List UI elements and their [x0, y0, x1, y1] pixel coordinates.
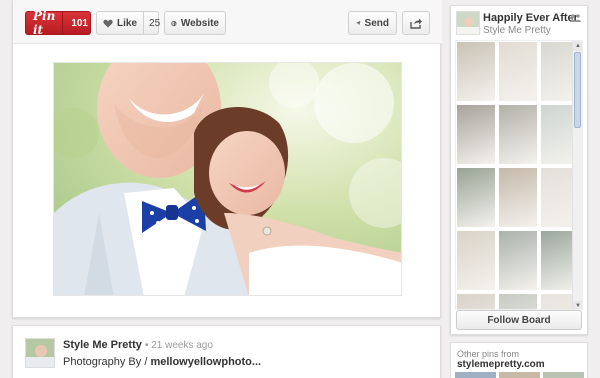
pin-it-button[interactable]: Pin it 101	[25, 9, 91, 37]
other-pins-thumbs	[455, 372, 584, 378]
other-pins-source[interactable]: stylemepretty.com	[457, 359, 545, 370]
pin-description-link[interactable]: mellowyellowphoto...	[150, 356, 261, 368]
pinner-avatar-image	[26, 339, 54, 367]
couple-photo-image	[54, 63, 401, 295]
board-pin-tile[interactable]	[499, 42, 537, 101]
scroll-up-arrow-icon[interactable]: ▲	[573, 41, 582, 51]
board-pin-tile[interactable]	[499, 294, 537, 309]
board-scrollbar[interactable]: ▲ ▼	[572, 41, 582, 309]
board-pin-tile[interactable]	[457, 105, 495, 164]
pin-photo[interactable]	[53, 62, 402, 296]
send-button[interactable]: Send	[348, 11, 397, 35]
board-pin-grid-inner	[456, 41, 582, 309]
board-pin-tile[interactable]	[457, 42, 495, 101]
like-label-wrap: Like	[97, 12, 143, 34]
pin-time: • 21 weeks ago	[144, 340, 213, 351]
pinner-avatar[interactable]	[25, 338, 55, 368]
pin-description-prefix: Photography By /	[63, 356, 151, 368]
share-button[interactable]	[402, 11, 430, 35]
other-pin-thumb[interactable]	[455, 372, 496, 378]
globe-icon	[171, 20, 177, 26]
heart-icon	[103, 19, 113, 27]
pinner-card: Style Me Pretty • 21 weeks ago Photograp…	[12, 325, 441, 378]
website-button[interactable]: Website	[164, 11, 226, 35]
board-owner[interactable]: Style Me Pretty	[483, 25, 551, 36]
send-label: Send	[364, 17, 389, 29]
pin-it-label: Pin it	[33, 9, 56, 37]
board-thumbnail[interactable]	[456, 11, 480, 35]
board-pin-tile[interactable]	[499, 105, 537, 164]
other-pins-label: Other pins from	[457, 349, 520, 359]
scroll-down-arrow-icon[interactable]: ▼	[573, 301, 582, 309]
board-thumbnail-image	[457, 12, 479, 34]
pinner-name-line: Style Me Pretty • 21 weeks ago	[63, 339, 213, 351]
board-title[interactable]: Happily Ever After	[483, 12, 578, 24]
pin-description: Photography By / mellowyellowphoto...	[63, 356, 261, 368]
board-card: Happily Ever After Style Me Pretty ▲ ▼ F…	[450, 5, 588, 335]
like-count: 25	[143, 12, 165, 34]
pinner-name[interactable]: Style Me Pretty	[63, 339, 142, 351]
other-pin-thumb[interactable]	[499, 372, 540, 378]
follow-board-button[interactable]: Follow Board	[456, 310, 582, 330]
share-arrow-icon	[410, 18, 422, 29]
board-pin-tile[interactable]	[499, 231, 537, 290]
pin-count: 101	[62, 12, 96, 34]
website-label: Website	[180, 17, 219, 29]
board-pin-tile[interactable]	[457, 168, 495, 227]
board-pin-tile[interactable]	[457, 231, 495, 290]
pin-action-bar: Pin it 101 Like 25 Website Send	[13, 0, 442, 44]
send-plane-icon	[356, 20, 361, 26]
board-pin-tile[interactable]	[499, 168, 537, 227]
like-text: Like	[117, 17, 138, 29]
board-pin-grid: ▲ ▼	[455, 40, 583, 310]
scrollbar-thumb[interactable]	[574, 52, 581, 128]
other-pin-thumb[interactable]	[543, 372, 584, 378]
other-pins-card: Other pins from stylemepretty.com	[450, 342, 588, 378]
like-button[interactable]: Like 25	[96, 11, 160, 35]
collaborators-icon	[570, 14, 581, 22]
board-pin-tile[interactable]	[457, 294, 495, 309]
pin-card: Pin it 101 Like 25 Website Send	[12, 0, 442, 318]
